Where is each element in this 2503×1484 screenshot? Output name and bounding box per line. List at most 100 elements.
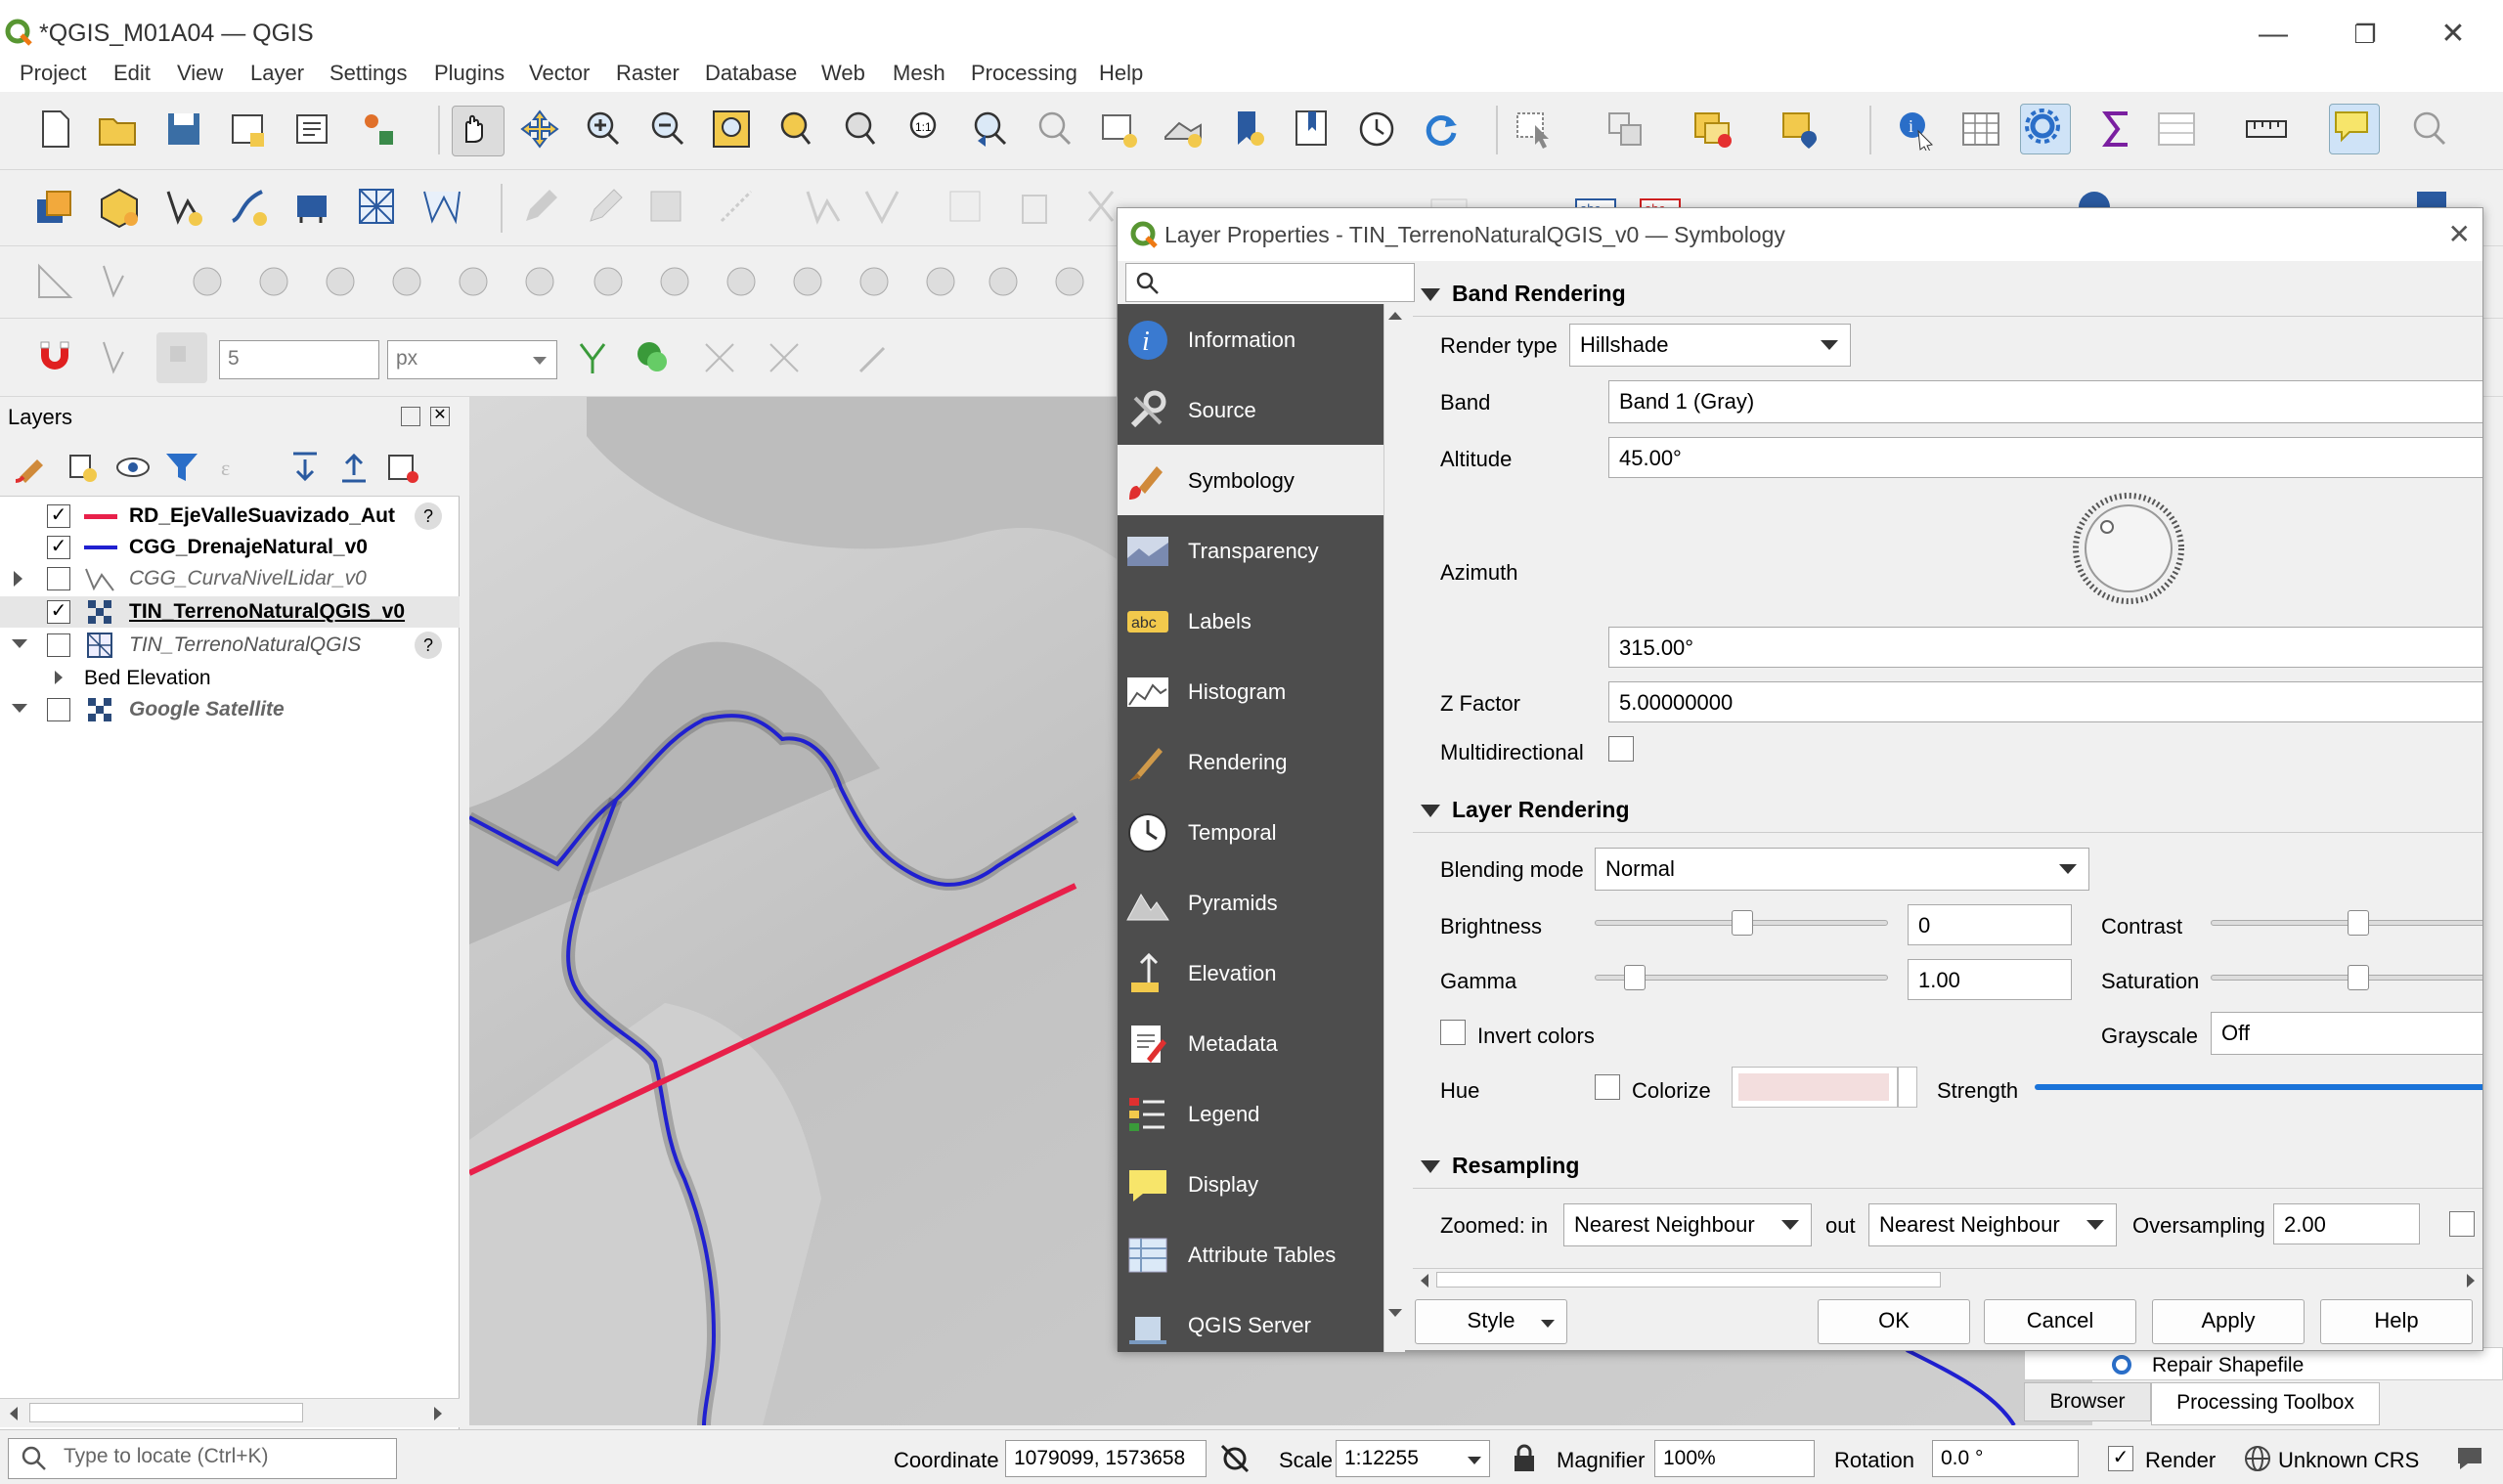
layer-item-tin-raster[interactable]: ✓ TIN_TerrenoNaturalQGIS_v0 [0, 596, 460, 628]
color-dropdown-button[interactable] [1898, 1067, 1917, 1108]
attribute-table-icon[interactable] [1959, 108, 2002, 151]
digitize-line-icon[interactable] [716, 186, 759, 229]
close-button[interactable]: ✕ [2429, 14, 2478, 55]
processing-toolbox-tab[interactable]: Processing Toolbox [2151, 1382, 2380, 1425]
brightness-slider-handle[interactable] [1732, 910, 1753, 936]
collapse-arrow-icon[interactable] [12, 704, 27, 713]
zoom-to-layer-icon[interactable] [837, 108, 880, 151]
snapping-settings-icon[interactable] [851, 336, 894, 379]
new-spatialite-icon[interactable] [227, 186, 270, 229]
refresh-icon[interactable] [1420, 108, 1463, 151]
saturation-slider[interactable] [2211, 975, 2482, 981]
avoid-overlap-icon[interactable] [763, 336, 806, 379]
zoom-native-icon[interactable]: 1:1 [901, 108, 944, 151]
merge-attributes-icon[interactable] [853, 260, 896, 303]
invert-colors-checkbox[interactable] [1440, 1020, 1466, 1045]
ok-button[interactable]: OK [1818, 1299, 1970, 1344]
offset-curve-icon[interactable] [587, 260, 630, 303]
split-parts-icon[interactable] [720, 260, 763, 303]
content-horizontal-scrollbar[interactable] [1413, 1268, 2482, 1291]
contrast-slider[interactable] [2211, 920, 2482, 926]
new-print-layout-icon[interactable] [227, 108, 270, 151]
tracing-icon[interactable] [1048, 260, 1091, 303]
scroll-right-icon[interactable] [2467, 1274, 2475, 1288]
processing-toolbox-icon[interactable] [2020, 104, 2071, 154]
float-panel-icon[interactable] [401, 407, 420, 426]
azimuth-input[interactable]: 315.00° [1608, 627, 2482, 668]
nav-scrollbar[interactable] [1383, 304, 1405, 1352]
menu-web[interactable]: Web [821, 61, 865, 86]
menu-raster[interactable]: Raster [616, 61, 680, 86]
add-ring-icon[interactable] [186, 260, 229, 303]
layer-warning-icon[interactable]: ? [415, 632, 442, 659]
topological-editing-icon[interactable] [571, 336, 614, 379]
locator-search-icon[interactable] [2407, 108, 2450, 151]
contrast-slider-handle[interactable] [2348, 910, 2369, 936]
save-project-icon[interactable] [162, 108, 205, 151]
layer-warning-icon[interactable]: ? [415, 502, 442, 530]
layer-visibility-checkbox[interactable] [47, 633, 70, 657]
delete-part-icon[interactable] [452, 260, 495, 303]
strength-slider[interactable] [2035, 1084, 2482, 1090]
style-manager-icon[interactable] [358, 108, 401, 151]
measure-line-icon[interactable] [2245, 108, 2288, 151]
collapse-resampling-icon[interactable] [1421, 1160, 1440, 1173]
expand-arrow-icon[interactable] [14, 571, 22, 587]
zoom-in-icon[interactable] [581, 108, 624, 151]
lock-scale-icon[interactable] [1512, 1444, 1537, 1473]
layer-item-cgg-drenaje[interactable]: ✓ CGG_DrenajeNatural_v0 [0, 532, 460, 563]
delete-ring-icon[interactable] [385, 260, 428, 303]
menu-help[interactable]: Help [1099, 61, 1143, 86]
locator-search-input[interactable]: Type to locate (Ctrl+K) [8, 1438, 397, 1479]
menu-processing[interactable]: Processing [971, 61, 1077, 86]
crs-globe-icon[interactable] [2243, 1444, 2272, 1473]
layout-manager-icon[interactable] [291, 108, 334, 151]
split-features-icon[interactable] [653, 260, 696, 303]
layer-visibility-checkbox[interactable] [47, 567, 70, 590]
nav-pyramids[interactable]: Pyramids [1118, 867, 1383, 938]
vertex-tool-icon[interactable] [802, 186, 845, 229]
rotation-input[interactable]: 0.0 ° [1932, 1440, 2079, 1477]
expand-arrow-icon[interactable] [55, 671, 63, 684]
resampling-checkbox[interactable] [2449, 1211, 2475, 1237]
pan-map-icon[interactable] [452, 106, 505, 156]
nav-temporal[interactable]: Temporal [1118, 797, 1383, 867]
toggle-editing-icon[interactable] [583, 186, 626, 229]
expand-all-icon[interactable] [284, 446, 327, 489]
new-project-icon[interactable] [33, 108, 76, 151]
new-geopackage-icon[interactable] [98, 186, 141, 229]
saturation-slider-handle[interactable] [2348, 965, 2369, 990]
layer-item-tin-mesh[interactable]: TIN_TerrenoNaturalQGIS ? [0, 630, 460, 661]
nav-information[interactable]: i Information [1118, 304, 1383, 374]
minimize-button[interactable]: — [2249, 14, 2298, 55]
nav-source[interactable]: Source [1118, 374, 1383, 445]
nav-transparency[interactable]: Transparency [1118, 515, 1383, 586]
messages-icon[interactable] [2454, 1444, 2485, 1473]
data-source-manager-icon[interactable] [33, 186, 76, 229]
menu-layer[interactable]: Layer [250, 61, 304, 86]
edit-attributes-icon[interactable] [944, 186, 988, 229]
open-field-calculator-icon[interactable] [2155, 108, 2198, 151]
band-select[interactable]: Band 1 (Gray) [1608, 380, 2482, 423]
add-part-icon[interactable] [252, 260, 295, 303]
snapping-tolerance-input[interactable]: 5 [219, 340, 379, 379]
pan-to-selection-icon[interactable] [518, 108, 561, 151]
modify-attributes-icon[interactable] [860, 186, 903, 229]
layer-item-rd-eje[interactable]: ✓ RD_EjeValleSuavizado_Aut ? [0, 501, 460, 532]
layer-item-google-satellite[interactable]: Google Satellite [0, 694, 460, 725]
delete-selected-icon[interactable] [1013, 186, 1056, 229]
grayscale-select[interactable]: Off [2211, 1012, 2482, 1055]
manage-visibility-icon[interactable] [111, 446, 154, 489]
new-bookmark-icon[interactable] [1226, 108, 1269, 151]
scroll-down-icon[interactable] [1388, 1309, 1402, 1317]
scale-input[interactable]: 1:12255 [1336, 1440, 1490, 1477]
temporal-controller-icon[interactable] [1355, 108, 1398, 151]
select-by-value-icon[interactable] [1603, 108, 1647, 151]
zoom-out-icon[interactable] [645, 108, 688, 151]
menu-plugins[interactable]: Plugins [434, 61, 505, 86]
magnifier-input[interactable]: 100% [1654, 1440, 1815, 1477]
digitize-shape-icon[interactable] [98, 260, 141, 303]
simplify-features-icon[interactable] [982, 260, 1025, 303]
nav-metadata[interactable]: Metadata [1118, 1008, 1383, 1078]
zoom-next-icon[interactable] [1032, 108, 1076, 151]
